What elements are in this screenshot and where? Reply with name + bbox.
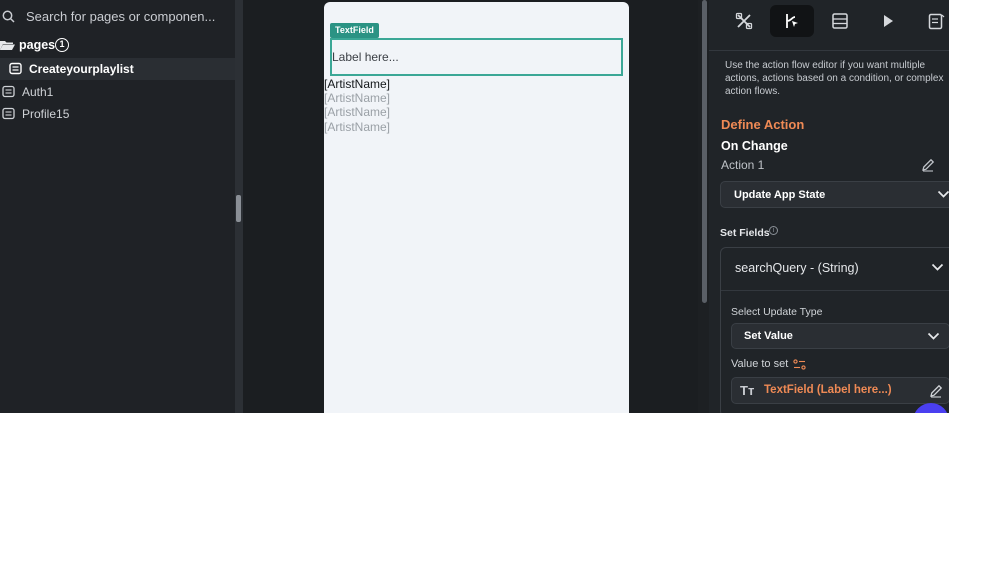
tools-icon	[735, 12, 753, 30]
edit-pencil-icon[interactable]	[921, 158, 935, 172]
layers-icon	[832, 13, 848, 29]
tab-actions[interactable]	[770, 5, 814, 37]
artist-name-text: [ArtistName]	[324, 120, 391, 134]
textfield-tag: TextField	[330, 23, 379, 38]
page-search[interactable]: Search for pages or componen...	[0, 0, 235, 34]
action-name: Action 1	[721, 158, 765, 172]
page-item-profile15[interactable]: Profile15	[0, 103, 235, 125]
properties-panel: Use the action flow editor if you want m…	[709, 0, 949, 413]
artist-name-text: [ArtistName]	[324, 105, 391, 119]
value-to-set-label: Value to set	[731, 358, 789, 370]
canvas-scrollbar[interactable]	[702, 0, 707, 303]
field-divider	[721, 290, 949, 291]
tab-properties[interactable]	[722, 5, 766, 37]
phone-preview: TextField Label here... [ArtistName] [Ar…	[324, 2, 629, 413]
folder-open-icon	[0, 41, 15, 50]
text-type-icon: Tт	[740, 383, 755, 398]
page-item-auth1[interactable]: Auth1	[0, 81, 235, 103]
search-input[interactable]: Search for pages or componen...	[26, 9, 215, 24]
info-icon[interactable]: i	[769, 226, 778, 235]
notes-icon	[928, 13, 945, 30]
chevron-down-icon	[927, 332, 940, 340]
page-item-createyourplaylist[interactable]: Createyourplaylist	[0, 58, 235, 80]
pages-count-badge: 1	[55, 38, 69, 52]
value-source-field[interactable]: Tт TextField (Label here...)	[731, 377, 949, 404]
field-name[interactable]: searchQuery - (String)	[735, 261, 859, 275]
field-config-card: searchQuery - (String) Select Update Typ…	[720, 247, 949, 413]
update-type-value: Set Value	[744, 330, 793, 342]
design-canvas: TextField Label here... [ArtistName] [Ar…	[243, 0, 698, 413]
play-icon	[884, 15, 893, 27]
action-help-text: Use the action flow editor if you want m…	[725, 60, 944, 97]
app-window: Search for pages or componen... pages 1 …	[0, 0, 949, 413]
update-type-dropdown[interactable]: Set Value	[731, 323, 949, 349]
selected-textfield[interactable]: Label here...	[330, 38, 623, 76]
search-icon	[2, 10, 15, 23]
tabs-divider	[709, 50, 949, 51]
value-source-text: TextField (Label here...)	[764, 384, 892, 396]
textfield-label: Label here...	[332, 50, 399, 64]
page-icon	[2, 85, 15, 98]
chevron-down-icon[interactable]	[931, 263, 944, 272]
set-fields-label: Set Fields	[720, 227, 770, 239]
trigger-label: On Change	[721, 139, 788, 153]
tab-animations[interactable]	[866, 5, 910, 37]
tab-backend-query[interactable]	[818, 5, 862, 37]
page-icon	[2, 107, 15, 120]
variable-icon[interactable]	[793, 359, 806, 370]
tab-notes[interactable]	[914, 5, 949, 37]
pages-folder-label: pages	[19, 38, 56, 52]
panel-resize-handle[interactable]	[236, 195, 241, 222]
action-flow-icon	[786, 14, 798, 28]
page-item-label: Createyourplaylist	[29, 62, 134, 76]
artist-name-text[interactable]: [ArtistName]	[324, 77, 390, 91]
edit-pencil-icon[interactable]	[929, 384, 943, 398]
define-action-heading: Define Action	[721, 117, 805, 132]
action-type-dropdown[interactable]: Update App State	[720, 181, 949, 208]
update-type-label: Select Update Type	[731, 306, 823, 318]
chevron-down-icon	[937, 190, 949, 198]
panel-tabs	[709, 5, 949, 39]
page-icon	[9, 62, 22, 75]
artist-name-text: [ArtistName]	[324, 91, 391, 105]
page-item-label: Auth1	[22, 85, 54, 99]
action-type-value: Update App State	[734, 189, 826, 201]
pages-sidebar: Search for pages or componen... pages 1 …	[0, 0, 235, 413]
page-item-label: Profile15	[22, 107, 70, 121]
